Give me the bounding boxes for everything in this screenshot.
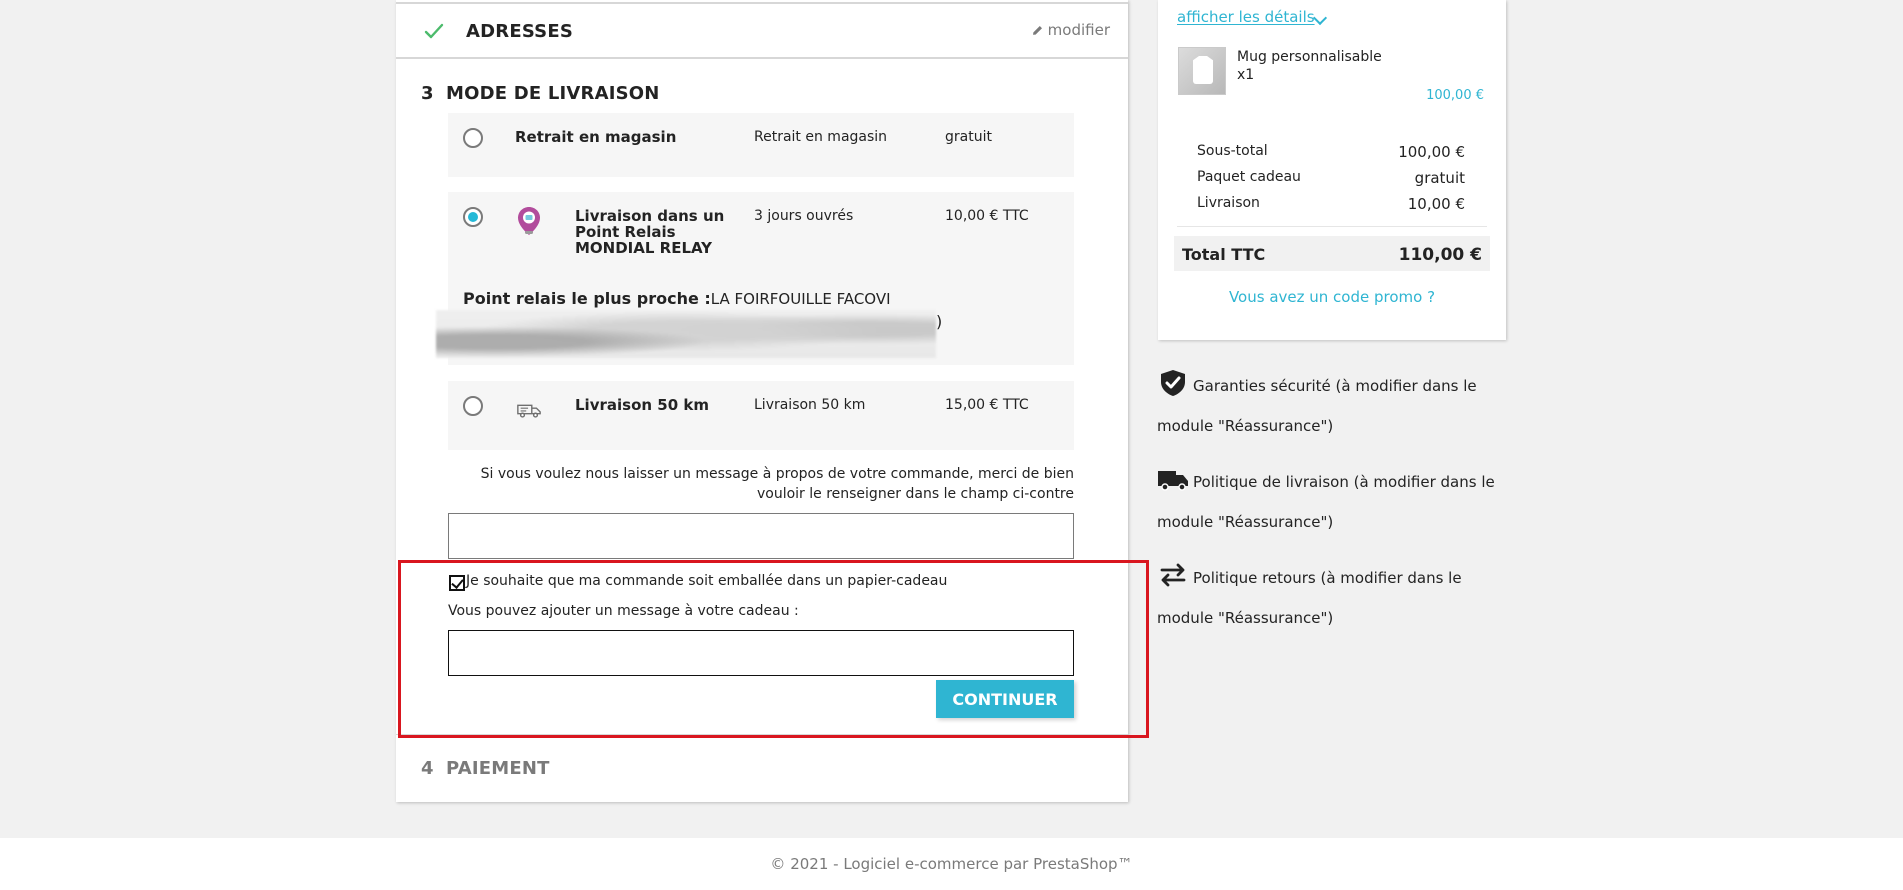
reassurance-item: Politique de livraison (à modifier dans …	[1157, 462, 1497, 542]
gift-wrap-summary-label: Paquet cadeau	[1197, 169, 1301, 185]
carrier-radio[interactable]	[463, 396, 483, 416]
map-pin-icon	[518, 207, 540, 235]
delivery-step-number: 3	[421, 83, 434, 104]
return-arrows-icon	[1160, 563, 1186, 587]
reassurance-item: Garanties sécurité (à modifier dans le m…	[1157, 366, 1497, 446]
carrier-delay: Livraison 50 km	[754, 397, 866, 413]
shield-check-icon	[1161, 370, 1185, 396]
check-icon	[424, 23, 444, 39]
footer-copyright: © 2021 - Logiciel e-commerce par PrestaS…	[770, 855, 1133, 873]
reassurance-text: Politique de livraison (à modifier dans …	[1157, 473, 1495, 531]
carrier-price: 15,00 € TTC	[945, 397, 1029, 413]
carrier-radio[interactable]	[463, 207, 483, 227]
reassurance-text: Politique retours (à modifier dans le mo…	[1157, 569, 1462, 627]
product-quantity: x1	[1237, 67, 1255, 83]
truck-icon	[1158, 471, 1188, 491]
order-message-instructions: Si vous voulez nous laisser un message à…	[480, 466, 1074, 502]
nearest-relay-point: Point relais le plus proche :LA FOIRFOUI…	[463, 289, 891, 308]
payment-step-number: 4	[421, 758, 434, 779]
subtotal-label: Sous-total	[1197, 143, 1268, 159]
total-row: Total TTC 110,00 €	[1174, 236, 1490, 271]
product-price: 100,00 €	[1426, 88, 1484, 103]
addresses-title: ADRESSES	[466, 21, 574, 42]
carrier-price: gratuit	[945, 129, 992, 145]
chevron-down-icon[interactable]	[1312, 10, 1328, 26]
redacted-address	[436, 310, 936, 358]
relay-value: LA FOIRFOUILLE FACOVI	[710, 290, 891, 308]
relay-label: Point relais le plus proche :	[463, 289, 711, 308]
gift-options-highlight	[398, 560, 1149, 738]
order-message-input[interactable]	[448, 513, 1074, 559]
shipping-value: 10,00 €	[1407, 195, 1465, 213]
carrier-option[interactable]: Retrait en magasin Retrait en magasin gr…	[448, 113, 1074, 177]
carrier-delay: Retrait en magasin	[754, 129, 888, 145]
shipping-label: Livraison	[1197, 195, 1260, 211]
product-name: Mug personnalisable	[1237, 49, 1382, 65]
product-thumbnail	[1178, 47, 1226, 95]
reassurance-text: Garanties sécurité (à modifier dans le m…	[1157, 377, 1477, 435]
pencil-icon	[1032, 25, 1042, 35]
total-label: Total TTC	[1182, 245, 1266, 264]
carrier-price: 10,00 € TTC	[945, 208, 1029, 224]
carrier-name: Livraison 50 km	[575, 396, 709, 414]
page-footer: © 2021 - Logiciel e-commerce par PrestaS…	[0, 838, 1903, 890]
total-value: 110,00 €	[1398, 245, 1482, 265]
carrier-delay: 3 jours ouvrés	[754, 208, 854, 224]
edit-label: modifier	[1047, 21, 1110, 39]
summary-divider	[1177, 226, 1487, 227]
shirt-icon	[1193, 56, 1213, 84]
payment-step-title[interactable]: PAIEMENT	[446, 758, 550, 779]
relay-address-tail: )	[936, 312, 943, 331]
delivery-truck-icon	[517, 404, 541, 418]
subtotal-value: 100,00 €	[1398, 143, 1465, 161]
cart-summary: afficher les détails Mug personnalisable…	[1158, 0, 1506, 340]
delivery-step-title: MODE DE LIVRAISON	[446, 83, 660, 104]
carrier-option[interactable]: Livraison 50 km Livraison 50 km 15,00 € …	[448, 381, 1074, 450]
carrier-radio[interactable]	[463, 128, 483, 148]
carrier-option[interactable]: Livraison dans un Point Relais MONDIAL R…	[436, 192, 1074, 365]
show-details-link[interactable]: afficher les détails	[1177, 8, 1315, 26]
carrier-name: Livraison dans un Point Relais MONDIAL R…	[575, 207, 725, 257]
addresses-step: ADRESSES modifier	[396, 2, 1128, 59]
gift-wrap-summary-value: gratuit	[1414, 169, 1465, 187]
promo-code-link[interactable]: Vous avez un code promo ?	[1158, 288, 1506, 306]
carrier-name: Retrait en magasin	[515, 128, 677, 146]
reassurance-item: Politique retours (à modifier dans le mo…	[1157, 558, 1497, 638]
edit-addresses-link[interactable]: modifier	[1031, 21, 1110, 39]
